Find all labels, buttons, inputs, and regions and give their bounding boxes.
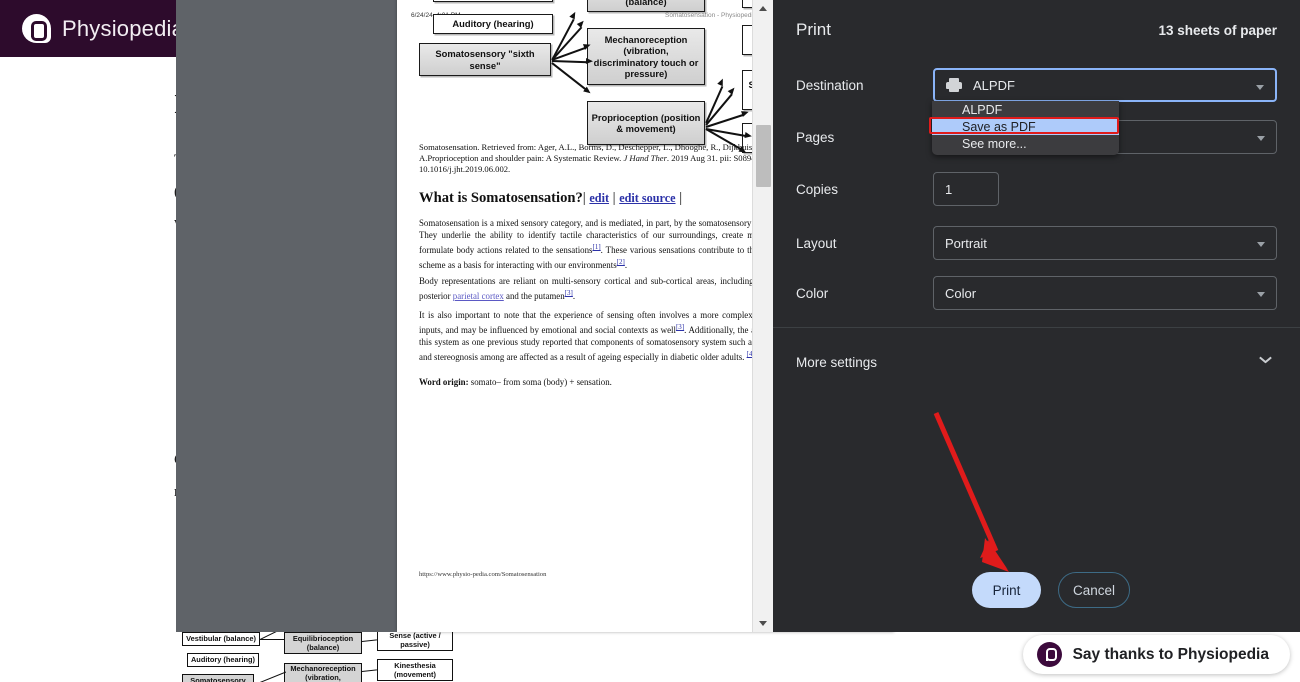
diagram-connector (551, 60, 589, 63)
ref-1[interactable]: [1] (593, 243, 601, 251)
ref-3b[interactable]: [3] (676, 323, 684, 331)
color-select[interactable]: Color (933, 276, 1277, 310)
label-layout: Layout (796, 235, 837, 251)
chevron-down-icon (1257, 136, 1265, 141)
sheet-footer-url: https://www.physio-pedia.com/Somatosensa… (419, 571, 547, 578)
physiopedia-logo-icon (22, 14, 51, 43)
more-settings-label: More settings (796, 354, 878, 370)
edit-link[interactable]: edit (589, 191, 609, 205)
say-thanks-bar[interactable]: Say thanks to Physiopedia (1022, 635, 1290, 674)
diagram-connector (260, 639, 284, 641)
row-destination: Destination ALPDF (796, 68, 1277, 102)
diagram-connector (259, 671, 287, 682)
print-dialog: Print 13 sheets of paper Destination ALP… (773, 0, 1300, 632)
diagram-node: Vestibular (balance) (182, 632, 260, 646)
destination-option-2[interactable]: See more... (932, 135, 1119, 152)
diagram-node-mechano: Mechanoreception (vibration, discriminat… (587, 28, 705, 85)
row-color: Color Color (796, 276, 1277, 310)
screen: Physiopedia Login IT(wiOr Vestibular (ba… (0, 0, 1300, 682)
say-thanks-label: Say thanks to Physiopedia (1072, 645, 1269, 663)
diagram-arrowhead (717, 77, 726, 87)
physiopedia-badge-icon (1036, 642, 1062, 667)
scrollbar-thumb[interactable] (756, 125, 771, 187)
more-settings-toggle[interactable]: More settings (796, 345, 1277, 379)
scroll-up-icon[interactable] (759, 6, 767, 11)
print-dialog-title: Print (796, 20, 831, 39)
diagram-arrowhead (568, 10, 578, 20)
chevron-down-icon (1257, 242, 1265, 247)
diagram-node: Kinesthesia (movement) (377, 659, 453, 681)
scroll-down-icon[interactable] (759, 621, 767, 626)
label-color: Color (796, 285, 829, 301)
diagram-node: Equilibrioception (balance) (284, 632, 362, 654)
edit-source-link[interactable]: edit source (619, 191, 675, 205)
diagram-node: Auditory (hearing) (187, 653, 259, 667)
cancel-button[interactable]: Cancel (1058, 572, 1130, 608)
copies-input[interactable] (933, 172, 999, 206)
color-value: Color (945, 285, 977, 301)
ref-3[interactable]: [3] (565, 289, 573, 297)
parietal-cortex-link[interactable]: parietal cortex (453, 291, 504, 301)
row-layout: Layout Portrait (796, 226, 1277, 260)
diagram-arrowhead (577, 19, 587, 29)
diagram-arrowhead (582, 86, 593, 96)
destination-dropdown-menu[interactable]: ALPDF Save as PDF See more... (932, 101, 1119, 155)
diagram-node: Sense (active / passive) (377, 629, 453, 651)
destination-select[interactable]: ALPDF (933, 68, 1277, 102)
diagram-node-vestibular: Vestibular (balance) (433, 0, 553, 2)
preview-scrollbar[interactable] (752, 0, 773, 632)
diagram-connector (551, 62, 588, 91)
label-destination: Destination (796, 77, 864, 93)
row-copies: Copies (796, 172, 1277, 206)
diagram-arrowhead (727, 86, 737, 96)
diagram-node-somatosensory: Somatosensory "sixth sense" (419, 43, 551, 76)
label-pages: Pages (796, 129, 835, 145)
destination-value: ALPDF (973, 77, 1015, 93)
layout-value: Portrait (945, 235, 987, 251)
ref-2[interactable]: [2] (617, 258, 625, 266)
diagram-node-proprioception: Proprioception (position & movement) (587, 101, 705, 145)
printer-icon (946, 78, 962, 92)
sheets-count: 13 sheets of paper (1158, 22, 1277, 38)
chevron-down-icon (1256, 85, 1264, 90)
diagram-node: Mechanoreception (vibration, discriminat… (284, 663, 362, 682)
print-preview-area: 6/24/24, 4:01 PM Somatosensation - Physi… (176, 0, 894, 632)
site-logo[interactable]: Physiopedia (22, 14, 184, 43)
destination-option-1[interactable]: Save as PDF (932, 118, 1119, 135)
print-dialog-header: Print 13 sheets of paper (796, 16, 1277, 44)
layout-select[interactable]: Portrait (933, 226, 1277, 260)
divider (773, 327, 1300, 328)
page-diagram-fragment: Vestibular (balance) Auditory (hearing) So… (176, 627, 646, 682)
dialog-actions: Print Cancel (773, 571, 1300, 609)
print-button[interactable]: Print (972, 572, 1041, 608)
diagram-node-auditory: Auditory (hearing) (433, 14, 553, 34)
diagram-node: Somatosensory "sixth sense" (182, 674, 254, 682)
chevron-down-icon (1259, 356, 1271, 368)
label-copies: Copies (796, 181, 839, 197)
diagram-arrowhead (585, 58, 594, 65)
diagram-node-equilibrio: Equilibrioception (balance) (587, 0, 705, 12)
brand-name: Physiopedia (62, 15, 185, 41)
destination-option-0[interactable]: ALPDF (932, 101, 1119, 118)
diagram-connector (361, 639, 377, 643)
diagram-connector (361, 669, 377, 673)
chevron-down-icon (1257, 292, 1265, 297)
